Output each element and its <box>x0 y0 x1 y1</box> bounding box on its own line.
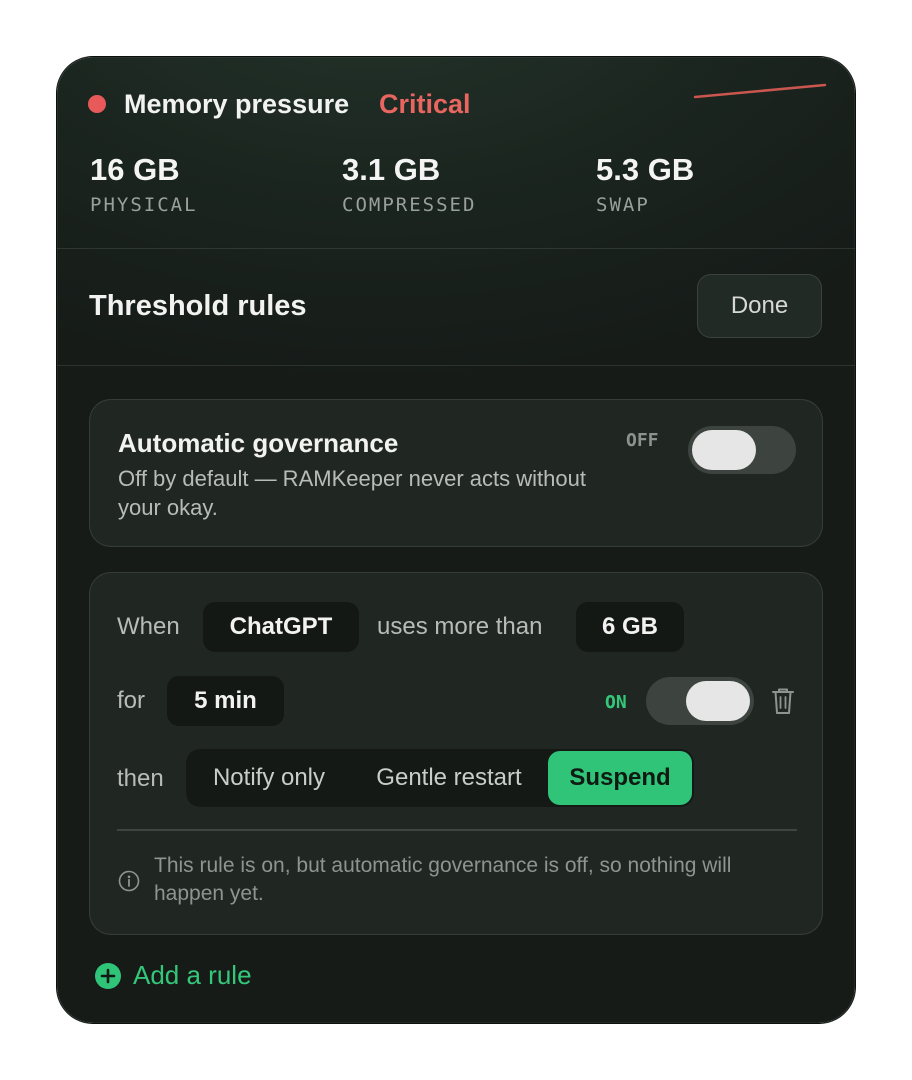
then-label: then <box>117 765 164 792</box>
action-suspend[interactable]: Suspend <box>548 751 692 805</box>
stat-value: 3.1 GB <box>342 152 441 187</box>
done-button[interactable]: Done <box>697 274 822 338</box>
rule-divider <box>117 829 797 831</box>
add-rule-button[interactable]: Add a rule <box>95 960 252 991</box>
rule-toggle-label: ON <box>605 692 627 713</box>
stat-swap: 5.3 GB SWAP <box>596 152 694 216</box>
when-label: When <box>117 613 180 640</box>
pressure-sparkline <box>693 83 827 99</box>
stat-label: PHYSICAL <box>90 194 198 216</box>
status-dot-icon <box>88 95 106 113</box>
stat-compressed: 3.1 GB COMPRESSED <box>342 152 476 216</box>
stat-label: SWAP <box>596 194 650 216</box>
stat-value: 16 GB <box>90 152 180 187</box>
rule-card: When ChatGPT uses more than 6 GB for 5 m… <box>89 572 823 935</box>
stat-physical: 16 GB PHYSICAL <box>90 152 198 216</box>
governance-toggle[interactable] <box>688 426 796 474</box>
add-rule-label: Add a rule <box>133 960 252 990</box>
plus-circle-icon <box>95 962 121 989</box>
pressure-status: Critical <box>379 89 471 119</box>
for-label: for <box>117 687 146 714</box>
info-icon <box>118 870 140 892</box>
divider <box>57 365 855 366</box>
toggle-knob <box>692 430 756 470</box>
trash-icon[interactable] <box>771 687 795 715</box>
duration-selector[interactable]: 5 min <box>167 676 284 726</box>
rule-toggle[interactable] <box>646 677 754 725</box>
condition-label: uses more than <box>377 613 543 640</box>
action-segmented-control: Notify only Gentle restart Suspend <box>186 749 694 807</box>
threshold-selector[interactable]: 6 GB <box>576 602 684 652</box>
memory-panel: Memory pressure Critical 16 GB PHYSICAL … <box>57 57 855 1023</box>
app-selector[interactable]: ChatGPT <box>203 602 359 652</box>
panel-title: Memory pressure <box>124 89 350 119</box>
divider <box>57 248 855 249</box>
rule-info-text: This rule is on, but automatic governanc… <box>154 854 732 905</box>
governance-card: Automatic governance Off by default — RA… <box>89 399 823 547</box>
action-gentle-restart[interactable]: Gentle restart <box>352 749 546 807</box>
stat-value: 5.3 GB <box>596 152 695 187</box>
action-notify-only[interactable]: Notify only <box>186 749 352 807</box>
governance-title: Automatic governance <box>118 428 399 458</box>
governance-description: Off by default — RAMKeeper never acts wi… <box>118 466 586 520</box>
stat-label: COMPRESSED <box>342 194 477 216</box>
governance-toggle-label: OFF <box>626 430 659 451</box>
toggle-knob <box>686 681 750 721</box>
section-title: Threshold rules <box>89 290 307 322</box>
